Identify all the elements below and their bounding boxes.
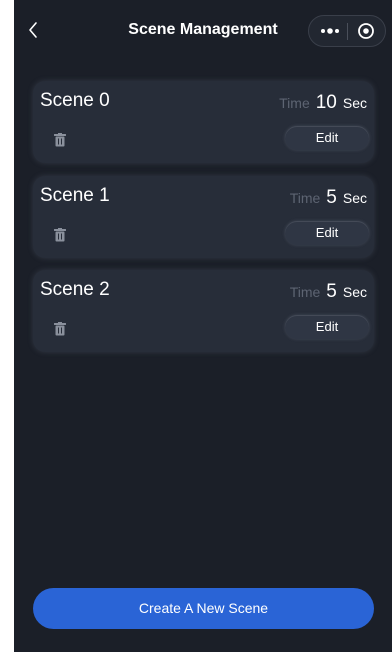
- edit-button[interactable]: Edit: [285, 126, 369, 150]
- edit-button[interactable]: Edit: [285, 315, 369, 339]
- scene-time: Time 10 Sec: [279, 92, 367, 114]
- scene-name: Scene 0: [40, 90, 110, 111]
- scene-card: Scene 0 Time 10 Sec Edit: [33, 81, 374, 163]
- scene-name: Scene 1: [40, 185, 110, 206]
- time-label: Time: [279, 95, 310, 111]
- trash-icon[interactable]: [54, 133, 66, 147]
- target-circle-icon[interactable]: [349, 16, 383, 46]
- more-dots-icon[interactable]: [314, 16, 346, 46]
- capsule-divider: [347, 23, 348, 40]
- time-value: 5: [326, 187, 337, 208]
- time-unit: Sec: [342, 95, 367, 111]
- scene-card: Scene 2 Time 5 Sec Edit: [33, 270, 374, 352]
- time-value: 10: [315, 92, 337, 113]
- time-value: 5: [326, 281, 337, 302]
- time-unit: Sec: [342, 284, 367, 300]
- scene-name: Scene 2: [40, 279, 110, 300]
- scene-card: Scene 1 Time 5 Sec Edit: [33, 176, 374, 258]
- header-bar: Scene Management: [14, 0, 392, 62]
- scene-time: Time 5 Sec: [290, 187, 367, 209]
- scene-time: Time 5 Sec: [290, 281, 367, 303]
- mini-program-capsule: [308, 15, 386, 47]
- time-unit: Sec: [342, 190, 367, 206]
- edit-button[interactable]: Edit: [285, 221, 369, 245]
- create-new-scene-button[interactable]: Create A New Scene: [33, 588, 374, 629]
- time-label: Time: [289, 190, 321, 206]
- time-label: Time: [289, 284, 321, 300]
- trash-icon[interactable]: [54, 322, 66, 336]
- trash-icon[interactable]: [54, 228, 66, 242]
- scene-management-screen: Scene Management Scene 0 Time 10 Sec Edi…: [14, 0, 392, 652]
